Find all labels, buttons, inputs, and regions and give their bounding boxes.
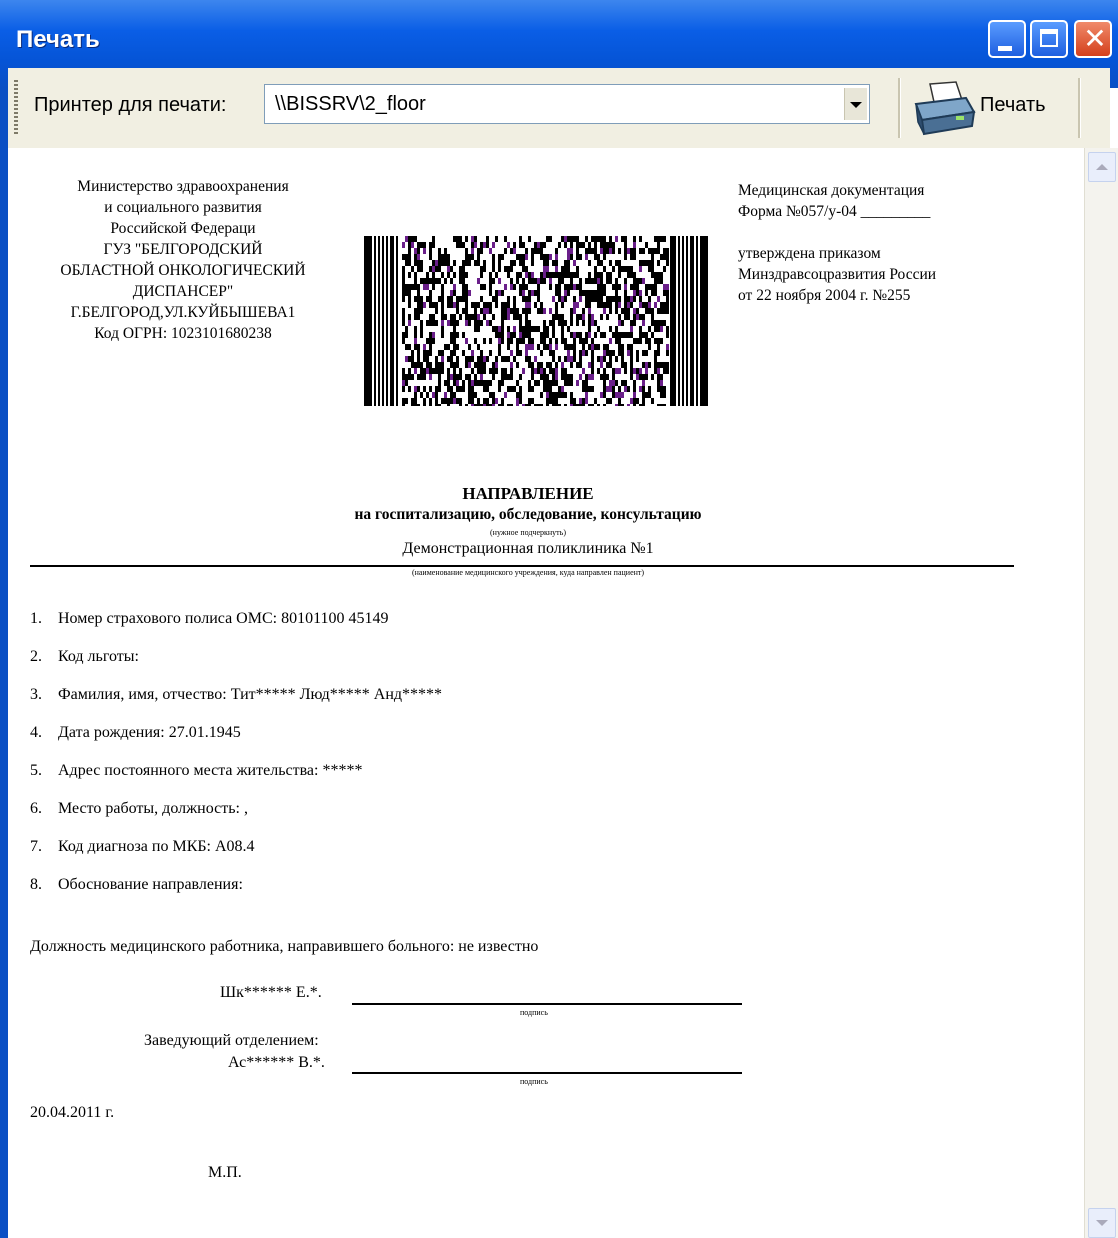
- item-text: Адрес постоянного места жительства: ****…: [58, 762, 363, 779]
- close-icon: ✕: [1083, 22, 1107, 55]
- item-text: Номер страхового полиса ОМС: 80101100 45…: [58, 610, 389, 627]
- org-line: Код ОГРН: 1023101680238: [94, 325, 272, 342]
- document-date: 20.04.2011 г.: [30, 1104, 115, 1121]
- toolbar: Принтер для печати: \\BISSRV\2_floor Печ…: [8, 68, 1110, 149]
- item-text: Обоснование направления:: [58, 876, 243, 893]
- minimize-button[interactable]: [988, 20, 1026, 58]
- form-meta-block: Медицинская документация Форма №057/у-04…: [738, 180, 1068, 306]
- list-item: 3. Фамилия, имя, отчество: Тит***** Люд**…: [30, 686, 442, 704]
- list-item: 5. Адрес постоянного места жительства: **…: [30, 762, 362, 780]
- print-button-label: Печать: [980, 94, 1046, 116]
- meta-line: Минздравсоцразвития России: [738, 266, 937, 283]
- clinic-note: (наименование медицинского учреждения, к…: [411, 568, 645, 577]
- printer-icon: [914, 81, 976, 136]
- item-number: 3.: [30, 686, 42, 703]
- print-preview-page[interactable]: Министерство здравоохранения и социально…: [8, 148, 1084, 1238]
- print-button[interactable]: Печать: [906, 76, 1066, 140]
- close-button[interactable]: ✕: [1074, 20, 1112, 58]
- item-number: 8.: [30, 876, 42, 893]
- window-frame-left: [0, 0, 8, 1238]
- list-item: 8. Обоснование направления:: [30, 876, 243, 894]
- pdf417-barcode: [364, 236, 708, 406]
- org-line: ОБЛАСТНОЙ ОНКОЛОГИЧЕСКИЙ: [60, 262, 306, 279]
- list-item: 1. Номер страхового полиса ОМС: 80101100 …: [30, 610, 388, 628]
- maximize-icon: [1040, 29, 1058, 47]
- referring-position-line: Должность медицинского работника, направ…: [30, 938, 539, 955]
- item-number: 7.: [30, 838, 42, 855]
- clinic-name: Демонстрационная поликлиника №1: [402, 540, 654, 557]
- item-text: Место работы, должность: ,: [58, 800, 248, 817]
- org-line: ДИСПАНСЕР": [132, 283, 234, 300]
- meta-line: от 22 ноября 2004 г. №255: [738, 287, 911, 304]
- signature-line-2: [352, 1072, 742, 1074]
- signature-caption-2: подпись: [520, 1077, 548, 1086]
- org-line: Министерство здравоохранения: [77, 178, 289, 195]
- org-line: ГУЗ "БЕЛГОРОДСКИЙ: [103, 241, 263, 258]
- toolbar-grip[interactable]: [14, 80, 18, 136]
- item-number: 6.: [30, 800, 42, 817]
- org-line: Российской Федераци: [110, 220, 256, 237]
- signature-caption-1: подпись: [520, 1008, 548, 1017]
- organization-block: Министерство здравоохранения и социально…: [8, 176, 358, 344]
- item-text: Код диагноза по МКБ: A08.4: [58, 838, 255, 855]
- chevron-up-icon: [1096, 164, 1108, 170]
- minimize-icon: [998, 46, 1012, 51]
- signer-1-name: Шк****** Е.*.: [220, 984, 322, 1001]
- list-item: 4. Дата рождения: 27.01.1945: [30, 724, 241, 742]
- vertical-scrollbar[interactable]: [1084, 148, 1118, 1238]
- item-number: 4.: [30, 724, 42, 741]
- subtitle-note: (нужное подчеркнуть): [490, 528, 566, 537]
- toolbar-separator: [898, 78, 901, 138]
- maximize-button[interactable]: [1030, 20, 1068, 58]
- item-number: 2.: [30, 648, 42, 665]
- printer-select-value: \\BISSRV\2_floor: [275, 93, 426, 115]
- document-subtitle: на госпитализацию, обследование, консуль…: [354, 506, 702, 523]
- scroll-down-button[interactable]: [1088, 1208, 1116, 1238]
- meta-line: [738, 222, 1068, 243]
- list-item: 6. Место работы, должность: ,: [30, 800, 248, 818]
- item-text: Фамилия, имя, отчество: Тит***** Люд****…: [58, 686, 443, 703]
- stamp-placeholder: М.П.: [208, 1164, 242, 1181]
- meta-line: Медицинская документация: [738, 182, 925, 199]
- list-item: 2. Код льготы:: [30, 648, 139, 666]
- org-line: и социального развития: [104, 199, 262, 216]
- signer-2-name: Ас****** В.*.: [228, 1054, 325, 1071]
- meta-line: Форма №057/у-04 _________: [738, 203, 931, 220]
- chevron-down-icon: [1096, 1220, 1108, 1226]
- item-number: 1.: [30, 610, 42, 627]
- dropdown-arrow-button[interactable]: [844, 88, 867, 120]
- item-text: Дата рождения: 27.01.1945: [58, 724, 241, 741]
- list-item: 7. Код диагноза по МКБ: A08.4: [30, 838, 255, 856]
- item-number: 5.: [30, 762, 42, 779]
- signature-line-1: [352, 1003, 742, 1005]
- toolbar-separator-end: [1078, 78, 1081, 138]
- clinic-underline: [30, 565, 1014, 567]
- head-of-department-label: Заведующий отделением:: [144, 1032, 319, 1049]
- org-line: Г.БЕЛГОРОД,УЛ.КУЙБЫШЕВА1: [70, 304, 296, 321]
- window-title: Печать: [16, 26, 100, 53]
- scroll-up-button[interactable]: [1088, 152, 1116, 182]
- printer-label: Принтер для печати:: [34, 94, 227, 116]
- chevron-down-icon: [850, 102, 862, 108]
- printer-select[interactable]: \\BISSRV\2_floor: [264, 84, 870, 124]
- document-title: НАПРАВЛЕНИЕ: [462, 484, 594, 503]
- item-text: Код льготы:: [58, 648, 139, 665]
- meta-line: утверждена приказом: [738, 245, 881, 262]
